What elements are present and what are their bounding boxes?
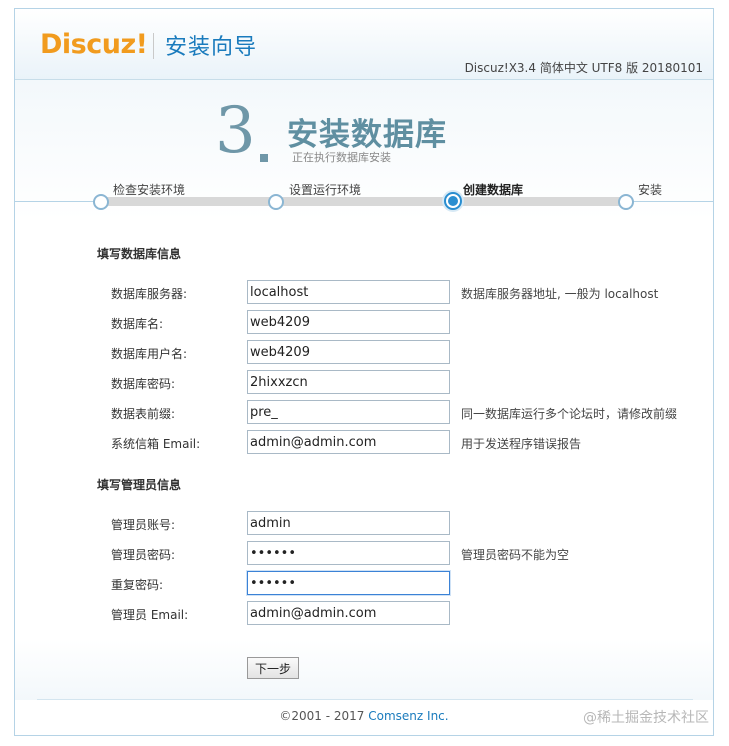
db-password-input[interactable] bbox=[247, 370, 450, 394]
footer-brand: Comsenz Inc. bbox=[368, 709, 449, 723]
step-node-3 bbox=[444, 192, 462, 210]
admin-password-note: 管理员密码不能为空 bbox=[461, 548, 570, 562]
step-number-dot bbox=[260, 154, 268, 162]
step-number: 3 bbox=[215, 94, 256, 168]
table-prefix-input[interactable] bbox=[247, 400, 450, 424]
db-server-label: 数据库服务器: bbox=[111, 287, 188, 301]
admin-email-label: 管理员 Email: bbox=[111, 608, 189, 622]
db-user-input[interactable] bbox=[247, 340, 450, 364]
step-node-1 bbox=[93, 194, 109, 210]
next-step-button[interactable]: 下一步 bbox=[247, 657, 299, 679]
db-user-label: 数据库用户名: bbox=[111, 347, 188, 361]
repeat-password-input[interactable] bbox=[247, 571, 450, 595]
db-password-label: 数据库密码: bbox=[111, 377, 176, 391]
table-prefix-label: 数据表前缀: bbox=[111, 407, 176, 421]
step-label-install: 安装 bbox=[638, 183, 663, 197]
step-title: 安装数据库 bbox=[287, 117, 447, 153]
installer-window: Discuz! 安装向导 Discuz!X3.4 简体中文 UTF8 版 201… bbox=[14, 8, 714, 736]
header: Discuz! 安装向导 Discuz!X3.4 简体中文 UTF8 版 201… bbox=[15, 9, 713, 80]
step-subtitle: 正在执行数据库安装 bbox=[292, 151, 391, 164]
admin-password-label: 管理员密码: bbox=[111, 548, 176, 562]
system-email-label: 系统信箱 Email: bbox=[111, 437, 201, 451]
discuz-logo: Discuz! bbox=[40, 29, 148, 60]
step-label-check-env: 检查安装环境 bbox=[113, 183, 186, 197]
step-label-set-env: 设置运行环境 bbox=[289, 183, 362, 197]
repeat-password-label: 重复密码: bbox=[111, 578, 164, 592]
admin-password-input[interactable] bbox=[247, 541, 450, 565]
header-title: 安装向导 bbox=[165, 35, 258, 60]
admin-email-input[interactable] bbox=[247, 601, 450, 625]
footer-copyright: ©2001 - 2017 bbox=[279, 709, 365, 723]
system-email-input[interactable] bbox=[247, 430, 450, 454]
db-server-note: 数据库服务器地址, 一般为 localhost bbox=[461, 287, 659, 301]
admin-section-title: 填写管理员信息 bbox=[97, 478, 182, 492]
progress-track bbox=[100, 197, 627, 206]
step-node-2 bbox=[268, 194, 284, 210]
system-email-note: 用于发送程序错误报告 bbox=[461, 437, 582, 451]
admin-account-label: 管理员账号: bbox=[111, 518, 176, 532]
db-section-title: 填写数据库信息 bbox=[97, 247, 182, 261]
logo-divider bbox=[153, 33, 154, 59]
db-name-label: 数据库名: bbox=[111, 317, 164, 331]
version-info: Discuz!X3.4 简体中文 UTF8 版 20180101 bbox=[464, 61, 703, 75]
step-node-4 bbox=[618, 194, 634, 210]
table-prefix-note: 同一数据库运行多个论坛时，请修改前缀 bbox=[461, 407, 678, 421]
db-name-input[interactable] bbox=[247, 310, 450, 334]
watermark: @稀土掘金技术社区 bbox=[583, 710, 709, 726]
step-label-create-db: 创建数据库 bbox=[463, 183, 524, 197]
admin-account-input[interactable] bbox=[247, 511, 450, 535]
footer-divider bbox=[37, 699, 693, 700]
db-server-input[interactable] bbox=[247, 280, 450, 304]
